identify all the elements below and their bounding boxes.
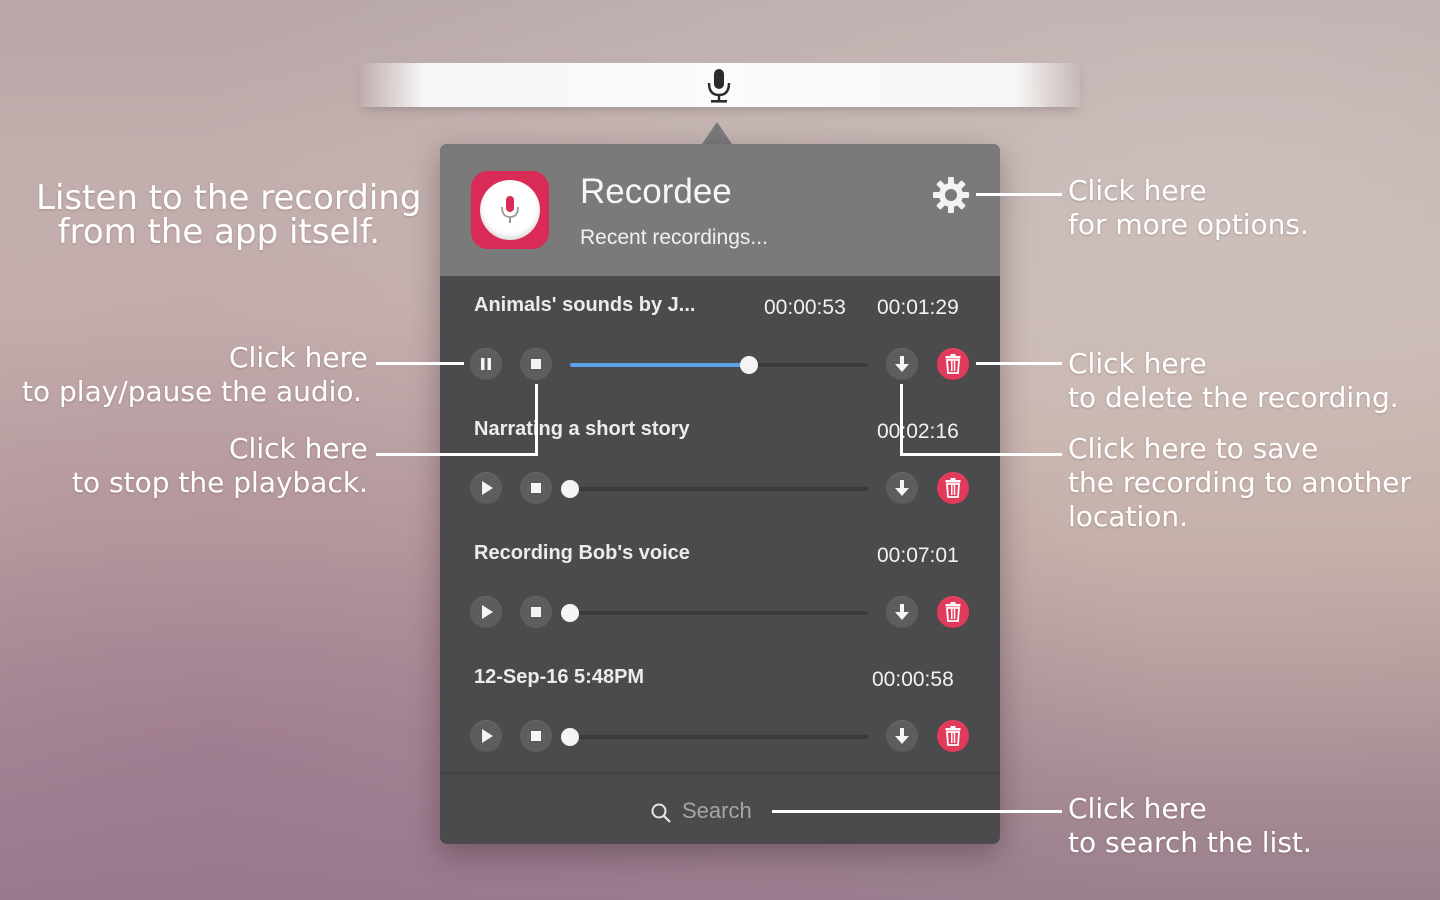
stop-button[interactable]	[520, 596, 552, 628]
microphone-icon	[501, 196, 519, 223]
play-button[interactable]	[470, 472, 502, 504]
magnifier-icon	[651, 803, 671, 823]
callout-delete-line2: to delete the recording.	[1068, 381, 1399, 414]
app-subtitle: Recent recordings...	[580, 226, 768, 249]
search-placeholder: Search	[682, 798, 752, 823]
recording-row: Narrating a short story 00:02:16	[440, 400, 1000, 526]
save-button[interactable]	[886, 348, 918, 380]
recording-title: 12-Sep-16 5:48PM	[474, 666, 645, 688]
app-icon-disc	[480, 180, 540, 240]
stop-button[interactable]	[520, 348, 552, 380]
stop-icon	[531, 483, 541, 493]
search-field[interactable]: Search	[440, 774, 1000, 844]
progress-fill	[570, 363, 749, 367]
progress-slider[interactable]	[561, 604, 868, 622]
delete-button[interactable]	[937, 596, 969, 628]
stop-icon	[531, 731, 541, 741]
recording-duration: 00:02:16	[877, 420, 959, 443]
play-icon	[482, 605, 493, 619]
callout-delete-line1: Click here	[1068, 347, 1207, 380]
callout-connector	[976, 362, 1062, 365]
recording-row: Recording Bob's voice 00:07:01	[440, 524, 1000, 650]
recording-title: Animals' sounds by J...	[474, 294, 696, 316]
recording-elapsed: 00:00:53	[764, 296, 846, 319]
stop-button[interactable]	[520, 472, 552, 504]
recording-duration: 00:00:58	[872, 668, 954, 691]
trash-icon	[945, 354, 961, 374]
save-button[interactable]	[886, 472, 918, 504]
download-arrow-icon	[895, 604, 909, 620]
gear-icon[interactable]	[932, 176, 970, 214]
callout-connector	[900, 453, 1062, 456]
callout-play-line1: Click here	[229, 341, 368, 374]
stop-icon	[531, 607, 541, 617]
progress-slider[interactable]	[561, 728, 868, 746]
app-title: Recordee	[580, 172, 732, 211]
slider-knob[interactable]	[739, 356, 758, 374]
recording-duration: 00:01:29	[877, 296, 959, 319]
stop-icon	[531, 359, 541, 369]
callout-search-line1: Click here	[1068, 792, 1207, 825]
recording-title: Recording Bob's voice	[474, 542, 690, 564]
callout-play-line2: to play/pause the audio.	[22, 375, 362, 408]
save-button[interactable]	[886, 596, 918, 628]
callout-stop-line1: Click here	[229, 432, 368, 465]
download-arrow-icon	[895, 728, 909, 744]
callout-connector	[976, 193, 1062, 196]
callout-listen: Listen to the recording from the app its…	[36, 178, 422, 252]
callout-options-line2: for more options.	[1068, 208, 1309, 241]
callout-options-line1: Click here	[1068, 174, 1207, 207]
popover-header: Recordee Recent recordings...	[440, 144, 1000, 276]
trash-icon	[945, 726, 961, 746]
delete-button[interactable]	[937, 472, 969, 504]
delete-button[interactable]	[937, 348, 969, 380]
recording-row: 12-Sep-16 5:48PM 00:00:58	[440, 648, 1000, 774]
callout-connector	[376, 453, 538, 456]
recordee-popover: Recordee Recent recordings... Animals' s…	[440, 144, 1000, 844]
callout-connector	[376, 362, 464, 365]
download-arrow-icon	[895, 356, 909, 372]
callout-search-line2: to search the list.	[1068, 826, 1312, 859]
popover-caret	[702, 122, 732, 144]
progress-slider[interactable]	[561, 480, 868, 498]
callout-connector	[900, 384, 903, 456]
progress-slider[interactable]	[570, 356, 868, 374]
slider-knob[interactable]	[561, 480, 579, 498]
play-button[interactable]	[470, 720, 502, 752]
delete-button[interactable]	[937, 720, 969, 752]
play-icon	[482, 481, 493, 495]
callout-save: Click here to save the recording to anot…	[1068, 432, 1411, 533]
app-icon	[471, 171, 549, 249]
callout-stop-line2: to stop the playback.	[72, 466, 368, 499]
recording-row: Animals' sounds by J... 00:00:53 00:01:2…	[440, 276, 1000, 402]
menu-bar	[360, 63, 1080, 107]
trash-icon	[945, 602, 961, 622]
stop-button[interactable]	[520, 720, 552, 752]
trash-icon	[945, 478, 961, 498]
play-button[interactable]	[470, 596, 502, 628]
pause-button[interactable]	[470, 348, 502, 380]
recording-title: Narrating a short story	[474, 418, 690, 440]
callout-connector	[535, 384, 538, 456]
slider-knob[interactable]	[561, 604, 579, 622]
play-icon	[482, 729, 493, 743]
slider-knob[interactable]	[561, 728, 579, 746]
download-arrow-icon	[895, 480, 909, 496]
save-button[interactable]	[886, 720, 918, 752]
pause-icon	[481, 358, 491, 370]
recording-duration: 00:07:01	[877, 544, 959, 567]
microphone-icon[interactable]	[706, 67, 732, 105]
callout-connector	[772, 810, 1062, 813]
